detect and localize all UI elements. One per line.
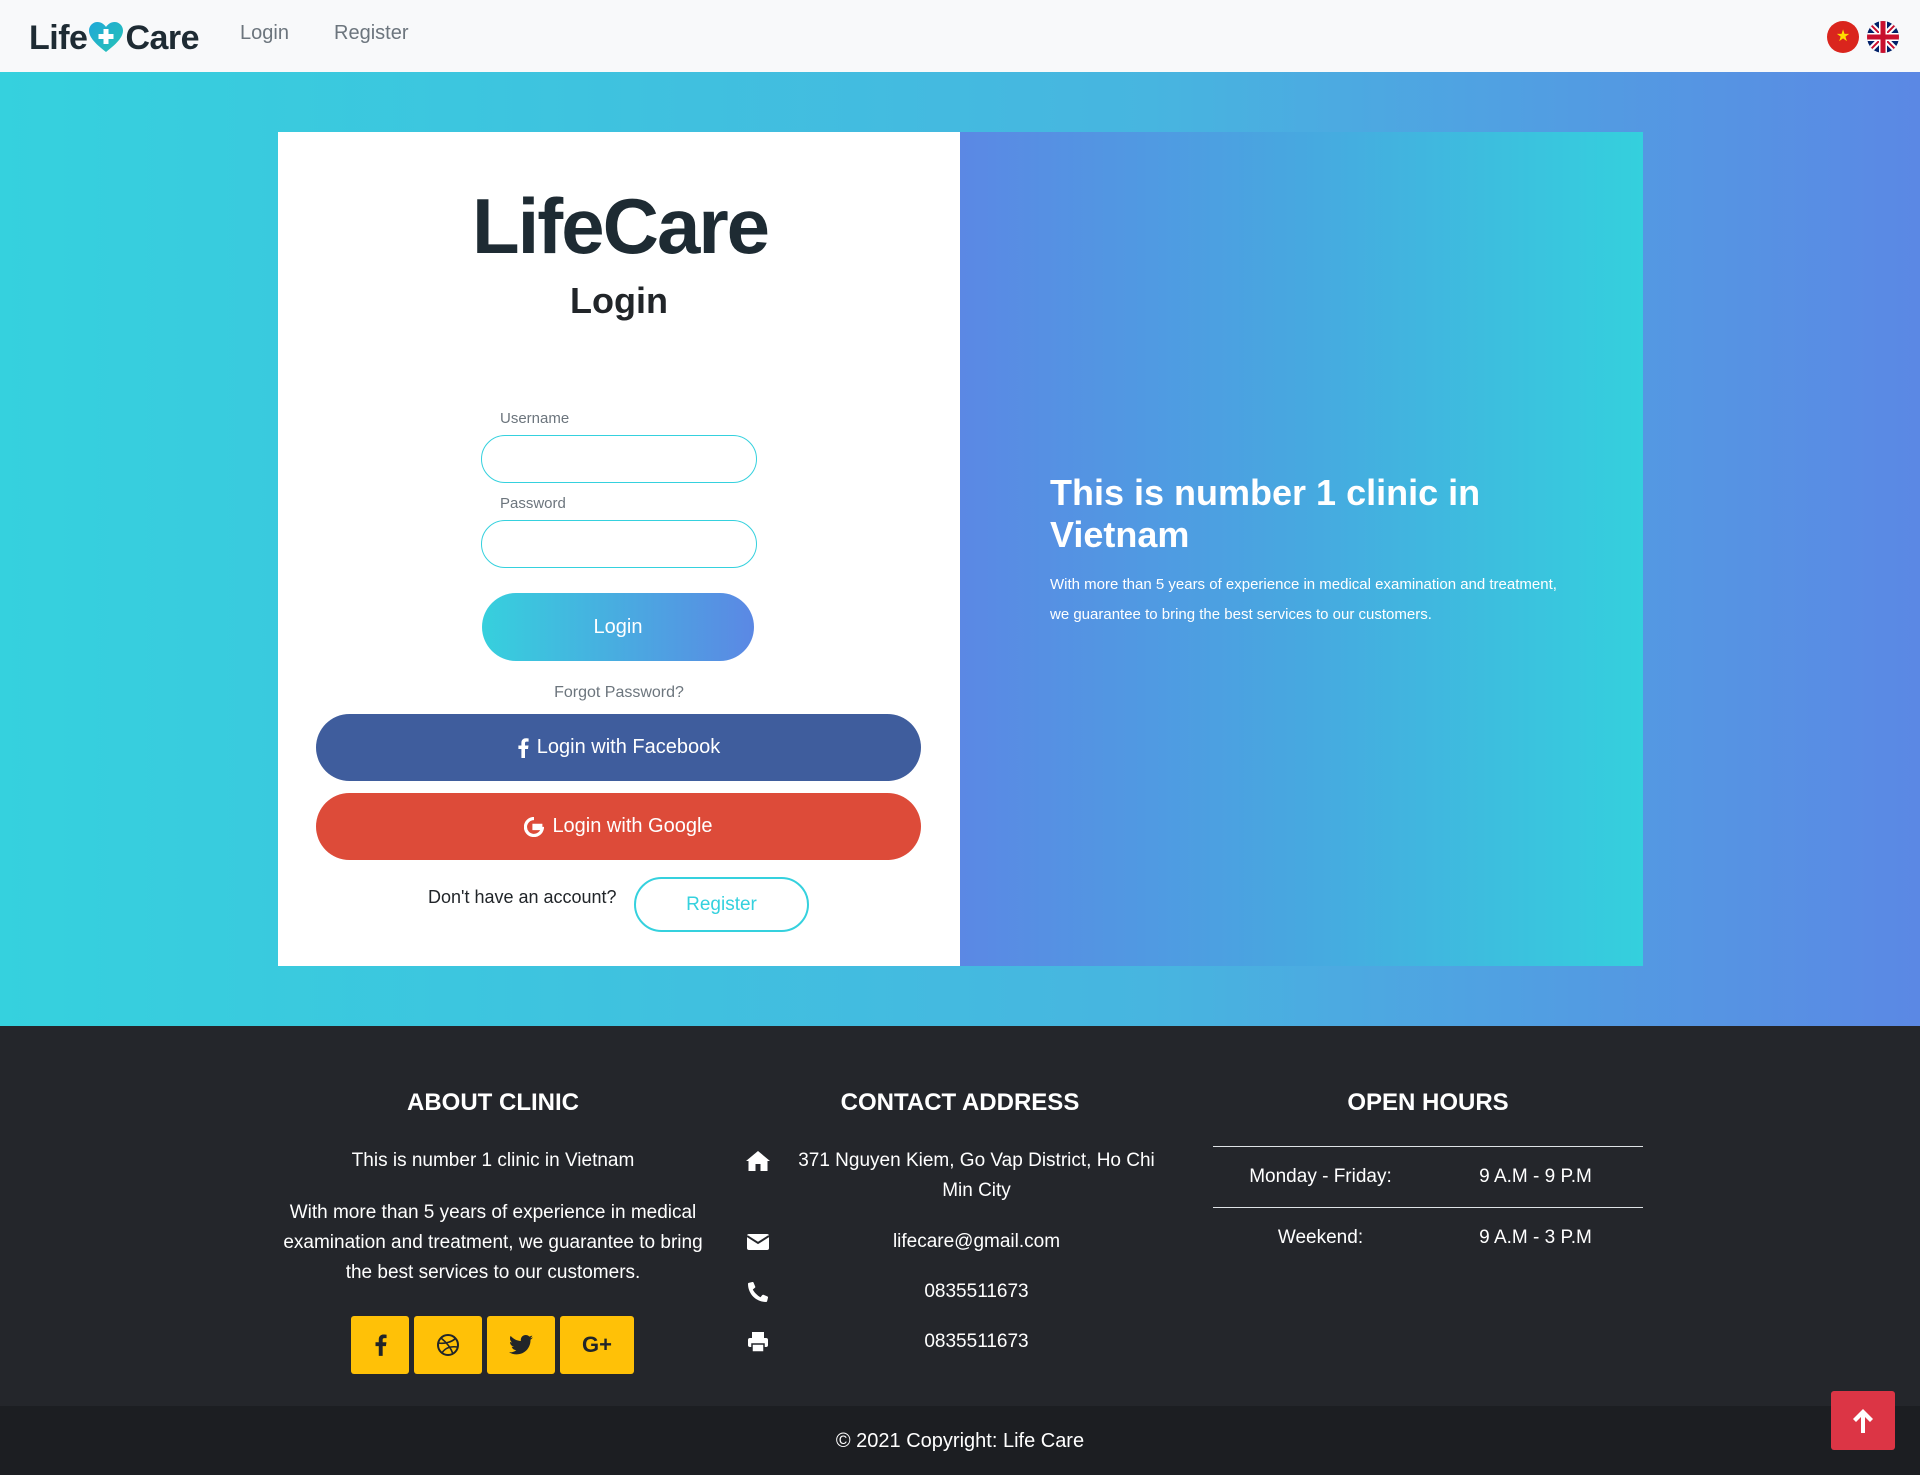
- about-tagline: This is number 1 clinic in Vietnam: [351, 1150, 635, 1171]
- hours-divider: [1213, 1207, 1643, 1208]
- copyright-text: © 2021 Copyright: Life Care: [835, 1430, 1085, 1452]
- logo-text-life: Life: [471, 181, 605, 270]
- hero-section: Life Care Login Username Password Login …: [0, 72, 1920, 1026]
- forgot-password-link[interactable]: Forgot Password?: [278, 684, 960, 702]
- google-plus-icon: G+: [582, 1332, 612, 1357]
- footer-twitter-button[interactable]: [487, 1316, 555, 1374]
- register-button[interactable]: Register: [634, 877, 809, 932]
- back-to-top-button[interactable]: [1831, 1391, 1895, 1450]
- contact-phone: 0835511673: [924, 1281, 1029, 1302]
- nav-login-link[interactable]: Login: [240, 22, 289, 45]
- twitter-icon: [509, 1335, 533, 1355]
- nav-register-link[interactable]: Register: [334, 22, 408, 45]
- hero-description: With more than 5 years of experience in …: [1050, 576, 1557, 623]
- login-facebook-label: Login with Facebook: [536, 736, 721, 758]
- hours-divider: [1213, 1146, 1643, 1147]
- hours-day-weekday: Monday - Friday:: [1249, 1166, 1392, 1187]
- about-description: With more than 5 years of experience in …: [283, 1202, 703, 1283]
- no-account-text: Don't have an account?: [428, 887, 617, 907]
- login-google-label: Login with Google: [552, 815, 713, 837]
- footer-facebook-button[interactable]: [351, 1316, 409, 1374]
- print-icon: [745, 1329, 771, 1355]
- hero-heading: This is number 1 clinic in Vietnam: [1050, 472, 1481, 555]
- password-input[interactable]: [481, 520, 757, 568]
- about-title: ABOUT CLINIC: [407, 1089, 579, 1116]
- contact-email: lifecare@gmail.com: [892, 1231, 1061, 1252]
- copyright-bar: © 2021 Copyright: Life Care: [0, 1406, 1920, 1475]
- footer-dribbble-button[interactable]: [414, 1316, 482, 1374]
- login-facebook-button[interactable]: Login with Facebook: [316, 714, 921, 781]
- navbar: Life Care Login Register ★: [0, 0, 1920, 72]
- vi-flag-icon[interactable]: ★: [1827, 21, 1859, 53]
- facebook-icon: [518, 737, 529, 758]
- contact-fax: 0835511673: [924, 1331, 1029, 1352]
- brand-text-life: Life: [29, 18, 88, 57]
- phone-icon: [745, 1279, 771, 1305]
- username-input[interactable]: [481, 435, 757, 483]
- password-label: Password: [500, 495, 566, 512]
- logo-text-care: Care: [602, 181, 770, 270]
- home-icon: [745, 1148, 771, 1174]
- arrow-up-icon: [1853, 1408, 1873, 1433]
- dribbble-icon: [437, 1334, 459, 1356]
- hours-time-weekend: 9 A.M - 3 P.M: [1479, 1227, 1592, 1248]
- contact-address: 371 Nguyen Kiem, Go Vap District, Ho Chi…: [798, 1150, 1155, 1201]
- brand-text-care: Care: [125, 18, 200, 57]
- footer: ABOUT CLINIC CONTACT ADDRESS OPEN HOURS …: [0, 1026, 1920, 1406]
- google-icon: [524, 816, 545, 837]
- hours-day-weekend: Weekend:: [1277, 1227, 1364, 1248]
- username-label: Username: [500, 410, 570, 427]
- facebook-icon: [375, 1334, 387, 1356]
- login-card: Life Care Login Username Password Login …: [278, 132, 960, 966]
- login-submit-button[interactable]: Login: [482, 593, 754, 661]
- heart-cross-icon: [89, 22, 124, 52]
- hours-title: OPEN HOURS: [1347, 1089, 1509, 1116]
- envelope-icon: [745, 1229, 771, 1255]
- login-logo: Life Care: [472, 182, 770, 270]
- hours-time-weekday: 9 A.M - 9 P.M: [1479, 1166, 1592, 1187]
- footer-google-plus-button[interactable]: G+: [560, 1316, 634, 1374]
- brand-logo[interactable]: Life Care: [29, 18, 200, 58]
- login-title: Login: [570, 280, 668, 321]
- uk-flag-icon[interactable]: [1867, 21, 1899, 53]
- hero-info-panel: This is number 1 clinic in Vietnam With …: [960, 132, 1643, 966]
- login-google-button[interactable]: Login with Google: [316, 793, 921, 860]
- contact-title: CONTACT ADDRESS: [840, 1089, 1080, 1116]
